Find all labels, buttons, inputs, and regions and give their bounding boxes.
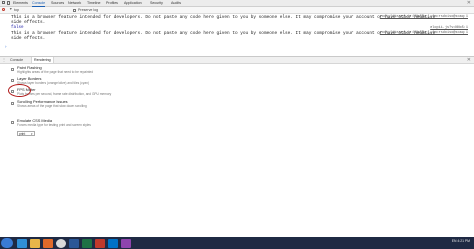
- option-description: Shows areas of the page that slow down s…: [17, 103, 87, 108]
- tab-application[interactable]: Application: [124, 0, 142, 6]
- option-description: Plots frames per second, frame rate dist…: [17, 91, 112, 96]
- excel-icon[interactable]: [82, 238, 92, 248]
- option-description: Highlights areas of the page that need t…: [17, 69, 94, 74]
- tab-network[interactable]: Network: [68, 0, 81, 6]
- tab-timeline[interactable]: Timeline: [87, 0, 100, 6]
- start-button-icon[interactable]: [1, 238, 13, 248]
- explorer-icon[interactable]: [30, 238, 40, 248]
- console-prompt[interactable]: ›: [5, 44, 7, 49]
- word-icon[interactable]: [69, 238, 79, 248]
- tab-sources[interactable]: Sources: [51, 0, 64, 6]
- tab-console[interactable]: Console: [32, 0, 46, 7]
- paint-flashing-checkbox[interactable]: [11, 68, 14, 71]
- media-player-icon[interactable]: [43, 238, 53, 248]
- tab-audits[interactable]: Audits: [171, 0, 181, 6]
- ie-icon[interactable]: [17, 238, 27, 248]
- drawer-tab-console[interactable]: Console: [10, 57, 23, 63]
- system-tray[interactable]: EN 4:21 PM: [452, 239, 470, 243]
- option-description: Forces media type for testing print and …: [17, 122, 91, 127]
- scrolling-performance-checkbox[interactable]: [11, 102, 14, 105]
- powerpoint-icon[interactable]: [95, 238, 105, 248]
- outlook-icon[interactable]: [108, 238, 118, 248]
- drawer-close-icon[interactable]: ✕: [467, 57, 471, 63]
- app-icon[interactable]: [121, 238, 131, 248]
- filter-icon[interactable]: ▼: [9, 8, 13, 12]
- console-toolbar: [0, 7, 474, 14]
- preserve-log-checkbox[interactable]: [73, 8, 76, 12]
- tab-security[interactable]: Security: [150, 0, 163, 6]
- tab-elements[interactable]: Elements: [13, 0, 28, 6]
- highlight-circle: [8, 84, 31, 97]
- device-toolbar-icon[interactable]: [7, 1, 10, 5]
- drawer-tab-rendering[interactable]: Rendering: [31, 57, 54, 63]
- chevron-down-icon: ▾: [31, 131, 33, 136]
- source-link[interactable]: root library.js:NNo5Ru..:1m=rsdoiso@soaq…: [380, 15, 468, 20]
- emulate-css-media-checkbox[interactable]: [11, 121, 14, 124]
- preserve-log-label: Preserve log: [78, 8, 99, 12]
- drawer-tab-bar: [0, 57, 474, 64]
- source-link[interactable]: root library.js:NNo5Ru..:1m=rsdoiso@soaq…: [380, 31, 468, 36]
- console-message: This is a browser feature intended for d…: [11, 15, 436, 26]
- chrome-icon[interactable]: [56, 238, 66, 248]
- drawer-menu-icon[interactable]: ⋮: [2, 58, 6, 62]
- option-description: Shows layer borders (orange/olive) and t…: [17, 80, 89, 85]
- tab-profiles[interactable]: Profiles: [106, 0, 118, 6]
- frame-select[interactable]: top: [14, 8, 19, 12]
- console-message: This is a browser feature intended for d…: [11, 31, 436, 42]
- close-icon[interactable]: ✕: [467, 0, 471, 6]
- inspect-icon[interactable]: [2, 1, 5, 4]
- layer-borders-checkbox[interactable]: [11, 79, 14, 82]
